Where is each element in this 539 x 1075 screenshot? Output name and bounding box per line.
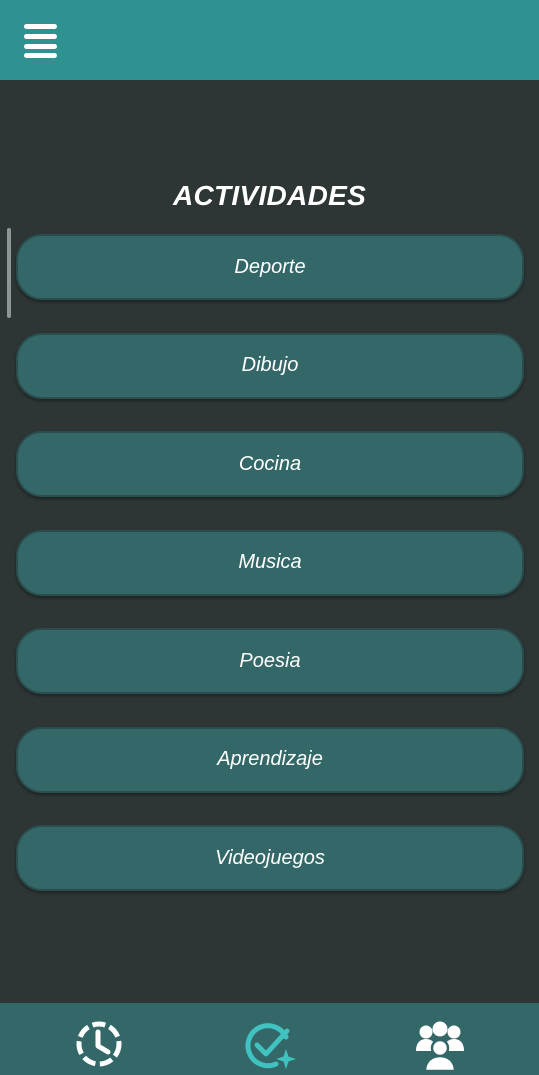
- app-screen: ACTIVIDADES Deporte Dibujo Cocina Musica…: [0, 0, 539, 1075]
- activities-list: Deporte Dibujo Cocina Musica Poesia Apre…: [16, 234, 524, 924]
- top-app-bar: [0, 0, 539, 80]
- activity-button-cocina[interactable]: Cocina: [16, 431, 524, 497]
- history-clock-icon[interactable]: [72, 1017, 128, 1073]
- activity-button-dibujo[interactable]: Dibujo: [16, 332, 524, 399]
- hamburger-menu-icon[interactable]: [22, 22, 60, 58]
- activity-button-musica[interactable]: Musica: [16, 529, 524, 596]
- page-title: ACTIVIDADES: [172, 180, 367, 211]
- menu-line: [24, 53, 57, 58]
- menu-line: [24, 34, 57, 39]
- activities-check-sparkle-icon[interactable]: [242, 1017, 298, 1073]
- menu-line: [24, 24, 57, 29]
- activity-button-deporte[interactable]: Deporte: [16, 234, 524, 300]
- activity-button-poesia[interactable]: Poesia: [16, 628, 524, 694]
- scrollbar[interactable]: [7, 228, 11, 318]
- activity-button-videojuegos[interactable]: Videojuegos: [16, 825, 524, 891]
- menu-line: [24, 44, 57, 49]
- bottom-navigation: [0, 1003, 539, 1075]
- community-group-icon[interactable]: [412, 1017, 468, 1073]
- activity-button-aprendizaje[interactable]: Aprendizaje: [16, 726, 524, 793]
